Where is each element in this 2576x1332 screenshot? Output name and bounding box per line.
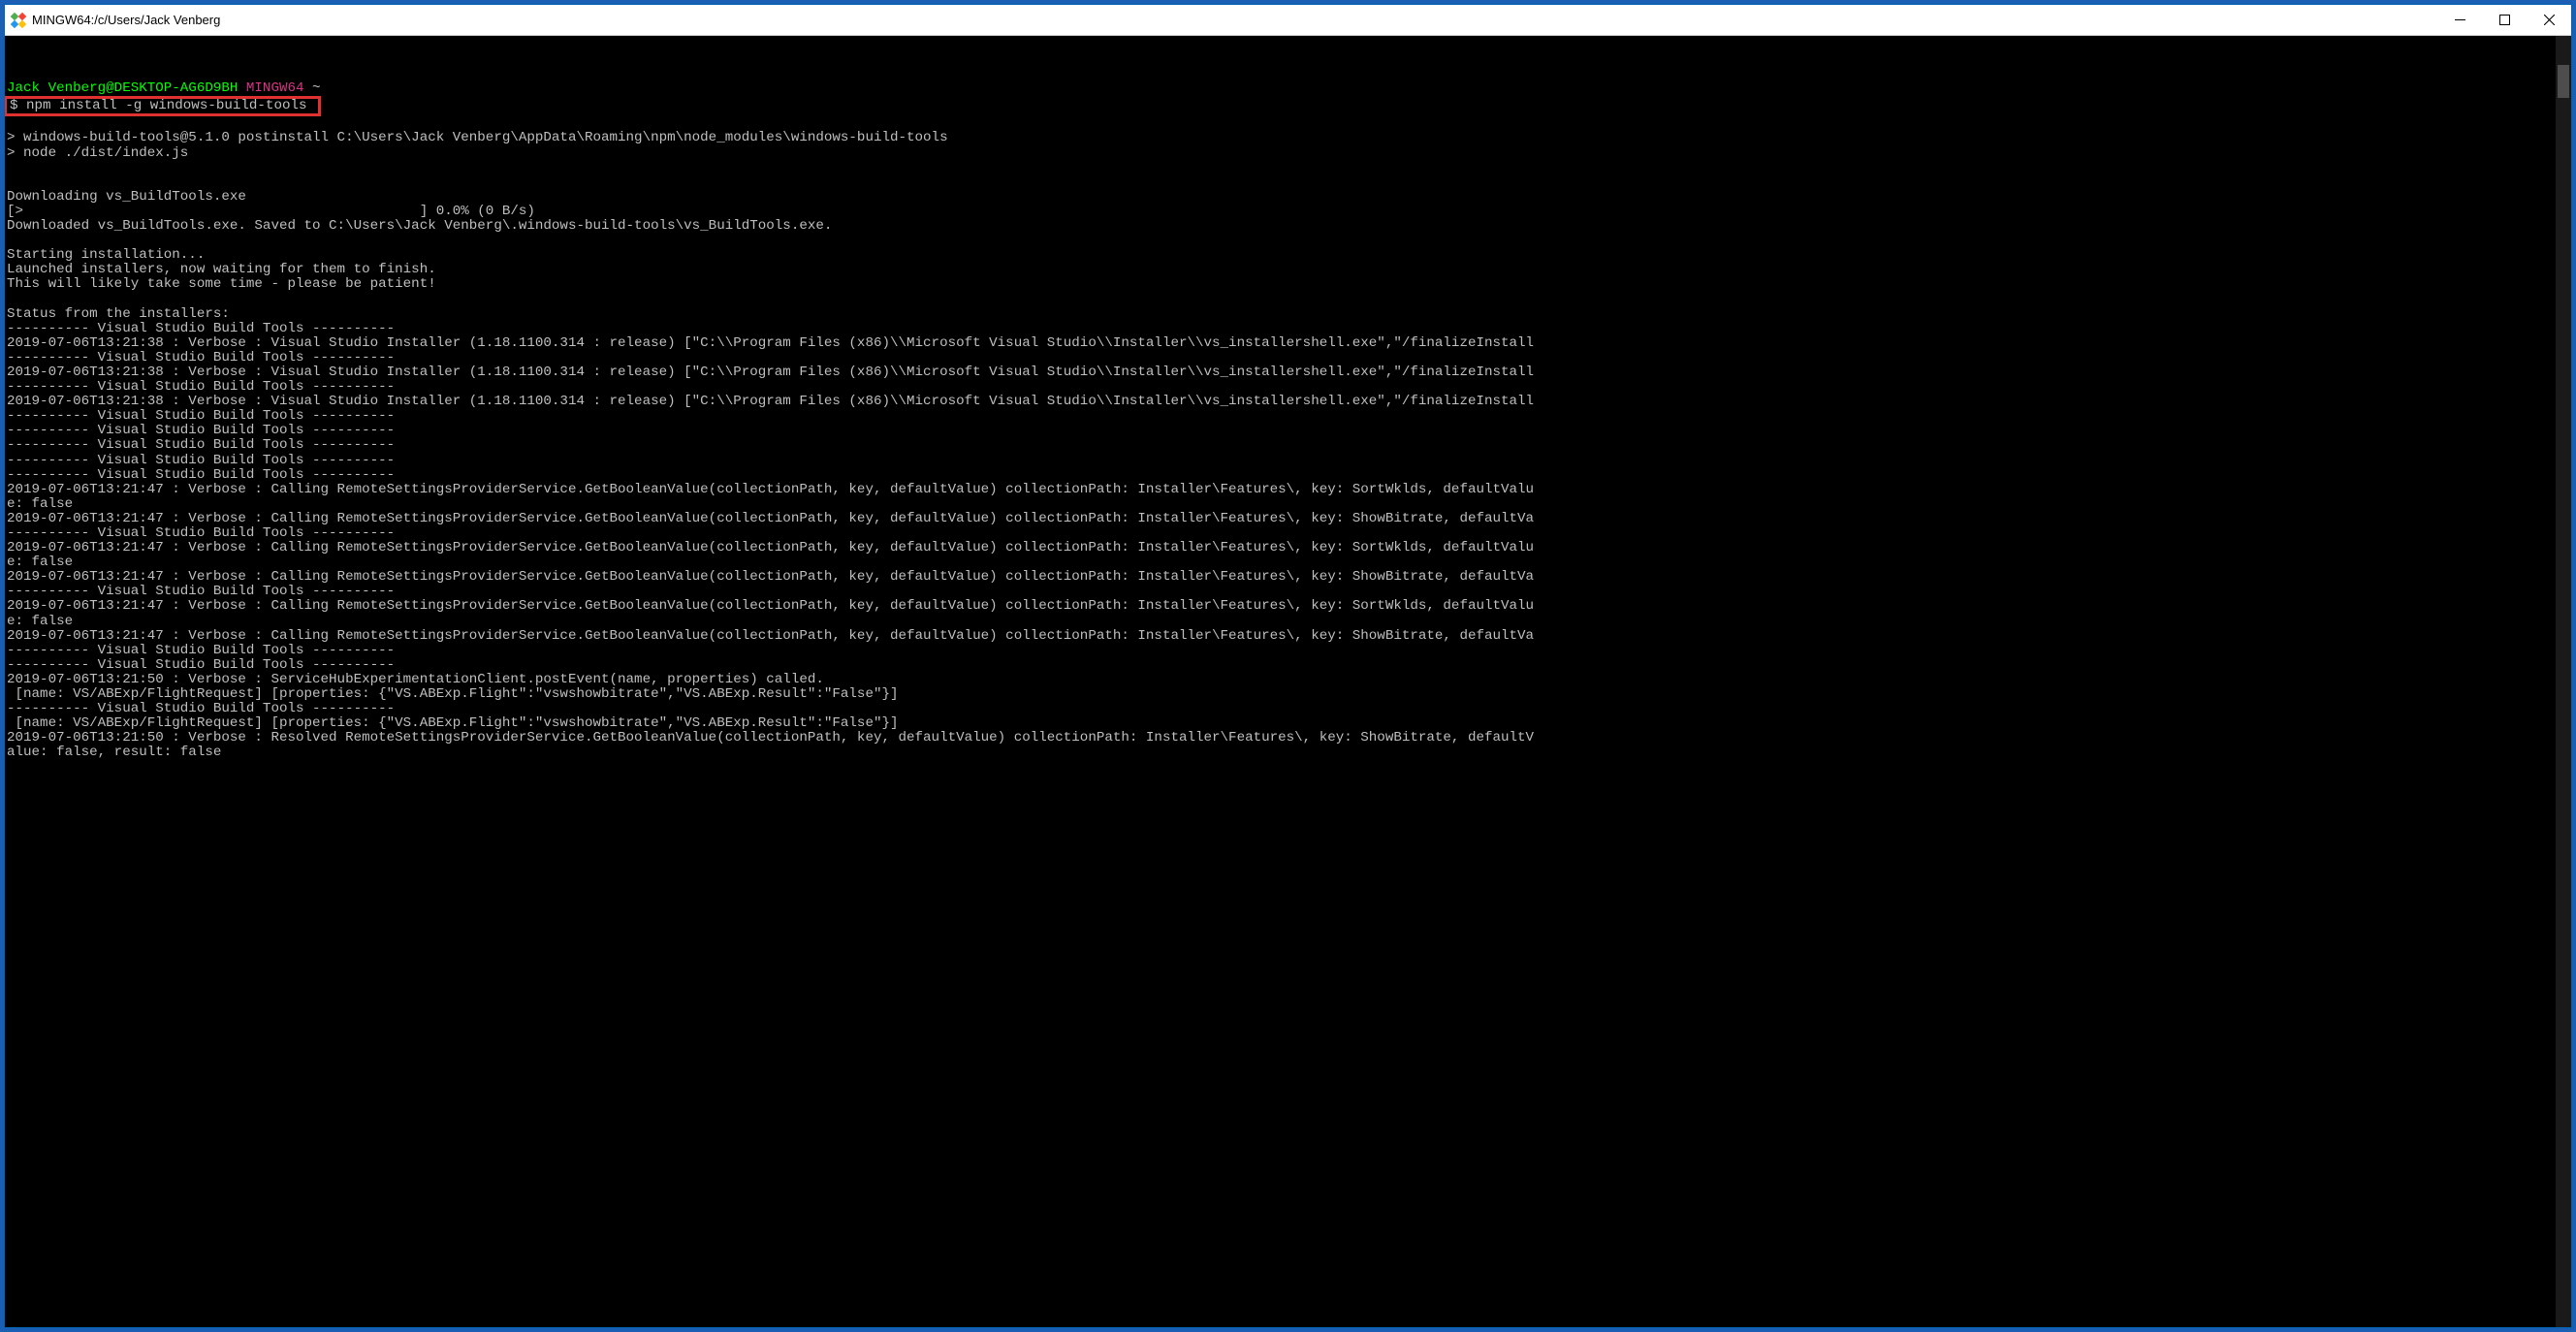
window-title: MINGW64:/c/Users/Jack Venberg: [32, 13, 2437, 27]
prompt-path: ~: [312, 80, 321, 96]
separator: ---------- Visual Studio Build Tools ---…: [7, 437, 395, 453]
log-line: 2019-07-06T13:21:47 : Verbose : Calling …: [7, 482, 1534, 497]
prompt-env: MINGW64: [246, 80, 304, 96]
prompt-line: Jack Venberg@DESKTOP-AG6D9BH MINGW64 ~: [7, 80, 321, 96]
log-line: 2019-07-06T13:21:47 : Verbose : Calling …: [7, 511, 1534, 526]
postinstall-line-2: > node ./dist/index.js: [7, 145, 188, 161]
separator: ---------- Visual Studio Build Tools ---…: [7, 525, 395, 541]
titlebar[interactable]: MINGW64:/c/Users/Jack Venberg: [5, 5, 2571, 36]
log-line: 2019-07-06T13:21:50 : Verbose : ServiceH…: [7, 672, 824, 687]
separator: ---------- Visual Studio Build Tools ---…: [7, 701, 395, 716]
starting-line-2: Launched installers, now waiting for the…: [7, 262, 436, 277]
log-line: e: false: [7, 555, 73, 570]
log-line: 2019-07-06T13:21:50 : Verbose : Resolved…: [7, 730, 1534, 745]
command-highlight: $ npm install -g windows-build-tools: [5, 96, 321, 116]
mintty-icon: [11, 13, 26, 28]
separator: ---------- Visual Studio Build Tools ---…: [7, 467, 395, 483]
log-line: alue: false, result: false: [7, 745, 221, 760]
log-line: [name: VS/ABExp/FlightRequest] [properti…: [7, 686, 899, 702]
downloading-line: Downloading vs_BuildTools.exe: [7, 189, 246, 205]
scrollbar-thumb[interactable]: [2558, 65, 2569, 98]
log-line: e: false: [7, 614, 73, 629]
separator: ---------- Visual Studio Build Tools ---…: [7, 408, 395, 424]
log-line: 2019-07-06T13:21:47 : Verbose : Calling …: [7, 569, 1534, 585]
terminal[interactable]: Jack Venberg@DESKTOP-AG6D9BH MINGW64 ~ $…: [5, 36, 2571, 1327]
log-line: 2019-07-06T13:21:38 : Verbose : Visual S…: [7, 394, 1534, 409]
separator: ---------- Visual Studio Build Tools ---…: [7, 379, 395, 395]
close-button[interactable]: [2527, 5, 2571, 35]
postinstall-line-1: > windows-build-tools@5.1.0 postinstall …: [7, 130, 948, 145]
scrollbar[interactable]: [2556, 36, 2571, 1327]
log-line: [name: VS/ABExp/FlightRequest] [properti…: [7, 715, 899, 731]
separator: ---------- Visual Studio Build Tools ---…: [7, 643, 395, 658]
status-header: Status from the installers:: [7, 306, 230, 322]
terminal-content: Jack Venberg@DESKTOP-AG6D9BH MINGW64 ~ $…: [7, 67, 2571, 760]
window-controls: [2437, 5, 2571, 35]
log-line: 2019-07-06T13:21:38 : Verbose : Visual S…: [7, 335, 1534, 351]
separator: ---------- Visual Studio Build Tools ---…: [7, 321, 395, 336]
starting-line-1: Starting installation...: [7, 247, 205, 263]
maximize-button[interactable]: [2482, 5, 2527, 35]
separator: ---------- Visual Studio Build Tools ---…: [7, 657, 395, 673]
log-line: 2019-07-06T13:21:47 : Verbose : Calling …: [7, 540, 1534, 555]
window-frame: MINGW64:/c/Users/Jack Venberg Jack Venbe…: [4, 4, 2572, 1328]
separator: ---------- Visual Studio Build Tools ---…: [7, 350, 395, 365]
log-line: 2019-07-06T13:21:47 : Verbose : Calling …: [7, 628, 1534, 644]
progress-line: [> ] 0.0% (0 B/s): [7, 204, 535, 219]
prompt-dollar: $: [10, 98, 18, 113]
log-line: 2019-07-06T13:21:38 : Verbose : Visual S…: [7, 365, 1534, 380]
log-line: 2019-07-06T13:21:47 : Verbose : Calling …: [7, 598, 1534, 614]
separator: ---------- Visual Studio Build Tools ---…: [7, 584, 395, 599]
separator: ---------- Visual Studio Build Tools ---…: [7, 423, 395, 438]
separator: ---------- Visual Studio Build Tools ---…: [7, 453, 395, 468]
minimize-button[interactable]: [2437, 5, 2482, 35]
starting-line-3: This will likely take some time - please…: [7, 276, 436, 292]
command-text: npm install -g windows-build-tools: [26, 98, 306, 113]
prompt-user-host: Jack Venberg@DESKTOP-AG6D9BH: [7, 80, 238, 96]
log-line: e: false: [7, 496, 73, 512]
downloaded-line: Downloaded vs_BuildTools.exe. Saved to C…: [7, 218, 832, 234]
